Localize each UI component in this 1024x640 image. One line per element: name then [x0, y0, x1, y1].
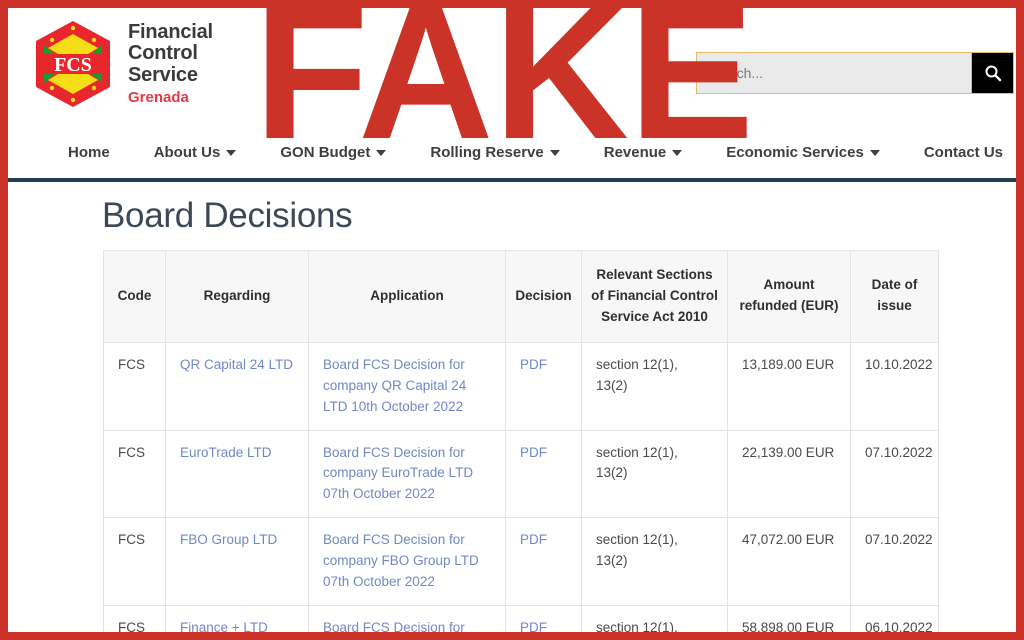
- cell-section: section 12(1), 13(2): [581, 517, 728, 607]
- cell-section: section 12(1), 13(2): [581, 341, 728, 431]
- page-title: Board Decisions: [102, 196, 353, 235]
- cell-date: 06.10.2022: [850, 605, 939, 632]
- regarding-link[interactable]: FBO Group LTD: [180, 532, 277, 547]
- cell-regarding: EuroTrade LTD: [165, 429, 309, 519]
- nav-label: Revenue: [603, 144, 667, 161]
- chevron-down-icon: [549, 149, 560, 156]
- cell-regarding: FBO Group LTD: [165, 517, 309, 607]
- cell-code: FCS: [103, 517, 166, 607]
- cell-date: 10.10.2022: [850, 341, 939, 431]
- browser-viewport: FCS Financial Control Service Grenada Se…: [0, 0, 1024, 640]
- cell-decision: PDF: [505, 605, 582, 632]
- nav-label: Economic Services: [726, 144, 864, 161]
- cell-code: FCS: [103, 341, 166, 431]
- page-root: FCS Financial Control Service Grenada Se…: [8, 8, 1016, 632]
- col-header-regarding: Regarding: [165, 250, 309, 343]
- brand-line-1: Financial: [128, 21, 213, 44]
- table-header: Code Regarding Application Decision Rele…: [103, 250, 939, 343]
- application-link[interactable]: Board FCS Decision for company Finance +…: [323, 620, 469, 632]
- table-row: FCS Finance + LTD Board FCS Decision for…: [103, 605, 939, 632]
- chevron-down-icon: [869, 149, 880, 156]
- nav-label: Home: [68, 144, 110, 161]
- site-header: FCS Financial Control Service Grenada Se…: [8, 8, 1016, 182]
- regarding-link[interactable]: QR Capital 24 LTD: [180, 357, 293, 372]
- nav-item-about-us[interactable]: About Us: [132, 144, 259, 161]
- search-bar: [696, 52, 1014, 94]
- col-header-amount: Amount refunded (EUR): [727, 250, 851, 343]
- regarding-link[interactable]: Finance + LTD: [180, 620, 268, 632]
- site-brand[interactable]: FCS Financial Control Service Grenada: [30, 18, 213, 110]
- decision-pdf-link[interactable]: PDF: [520, 620, 547, 632]
- cell-application: Board FCS Decision for company QR Capita…: [308, 341, 506, 431]
- cell-amount: 58,898.00 EUR: [727, 605, 851, 632]
- cell-application: Board FCS Decision for company EuroTrade…: [308, 429, 506, 519]
- nav-item-revenue[interactable]: Revenue: [582, 144, 705, 161]
- col-header-date: Date of issue: [850, 250, 939, 343]
- cell-decision: PDF: [505, 517, 582, 607]
- search-input[interactable]: [696, 52, 972, 94]
- application-link[interactable]: Board FCS Decision for company QR Capita…: [323, 357, 466, 414]
- table-row: FCS EuroTrade LTD Board FCS Decision for…: [103, 429, 939, 519]
- cell-amount: 22,139.00 EUR: [727, 429, 851, 519]
- brand-line-2: Control: [128, 42, 198, 65]
- nav-item-gon-budget[interactable]: GON Budget: [258, 144, 408, 161]
- cell-decision: PDF: [505, 341, 582, 431]
- cell-section: section 12(1), 13(2): [581, 429, 728, 519]
- nav-item-contact-us[interactable]: Contact Us: [902, 144, 1016, 161]
- cell-regarding: Finance + LTD: [165, 605, 309, 632]
- cell-amount: 47,072.00 EUR: [727, 517, 851, 607]
- search-button[interactable]: [972, 52, 1014, 94]
- decision-pdf-link[interactable]: PDF: [520, 357, 547, 372]
- cell-application: Board FCS Decision for company Finance +…: [308, 605, 506, 632]
- cell-regarding: QR Capital 24 LTD: [165, 341, 309, 431]
- nav-item-home[interactable]: Home: [46, 144, 132, 161]
- table-header-row: Code Regarding Application Decision Rele…: [103, 250, 939, 343]
- cell-date: 07.10.2022: [850, 517, 939, 607]
- nav-divider: [8, 178, 1016, 182]
- fcs-logo-icon: FCS: [30, 18, 116, 110]
- cell-date: 07.10.2022: [850, 429, 939, 519]
- table-row: FCS FBO Group LTD Board FCS Decision for…: [103, 517, 939, 607]
- nav-item-economic-services[interactable]: Economic Services: [704, 144, 902, 161]
- nav-label: GON Budget: [280, 144, 371, 161]
- nav-label: Rolling Reserve: [430, 144, 544, 161]
- nav-label: Contact Us: [923, 144, 1004, 161]
- cell-section: section 12(1), 13(2): [581, 605, 728, 632]
- cell-application: Board FCS Decision for company FBO Group…: [308, 517, 506, 607]
- svg-text:FCS: FCS: [54, 54, 92, 76]
- application-link[interactable]: Board FCS Decision for company FBO Group…: [323, 532, 479, 589]
- cell-code: FCS: [103, 429, 166, 519]
- chevron-down-icon: [672, 149, 683, 156]
- nav-item-rolling-reserve[interactable]: Rolling Reserve: [408, 144, 581, 161]
- nav-label: About Us: [153, 144, 221, 161]
- regarding-link[interactable]: EuroTrade LTD: [180, 445, 272, 460]
- table-row: FCS QR Capital 24 LTD Board FCS Decision…: [103, 341, 939, 431]
- chevron-down-icon: [226, 149, 237, 156]
- col-header-sections: Relevant Sections of Financial Control S…: [581, 250, 728, 343]
- cell-code: FCS: [103, 605, 166, 632]
- brand-line-3: Service: [128, 63, 198, 86]
- col-header-code: Code: [103, 250, 166, 343]
- decision-pdf-link[interactable]: PDF: [520, 445, 547, 460]
- search-icon: [985, 65, 1001, 82]
- cell-decision: PDF: [505, 429, 582, 519]
- col-header-application: Application: [308, 250, 506, 343]
- main-navigation: Home About Us GON Budget Rolling Reserve…: [46, 144, 1016, 161]
- application-link[interactable]: Board FCS Decision for company EuroTrade…: [323, 445, 473, 502]
- table-body: FCS QR Capital 24 LTD Board FCS Decision…: [103, 341, 939, 632]
- brand-wordmark: Financial Control Service Grenada: [128, 21, 213, 106]
- cell-amount: 13,189.00 EUR: [727, 341, 851, 431]
- decision-pdf-link[interactable]: PDF: [520, 532, 547, 547]
- col-header-decision: Decision: [505, 250, 582, 343]
- board-decisions-table: Code Regarding Application Decision Rele…: [103, 250, 939, 632]
- brand-subtitle: Grenada: [128, 88, 189, 106]
- chevron-down-icon: [376, 149, 387, 156]
